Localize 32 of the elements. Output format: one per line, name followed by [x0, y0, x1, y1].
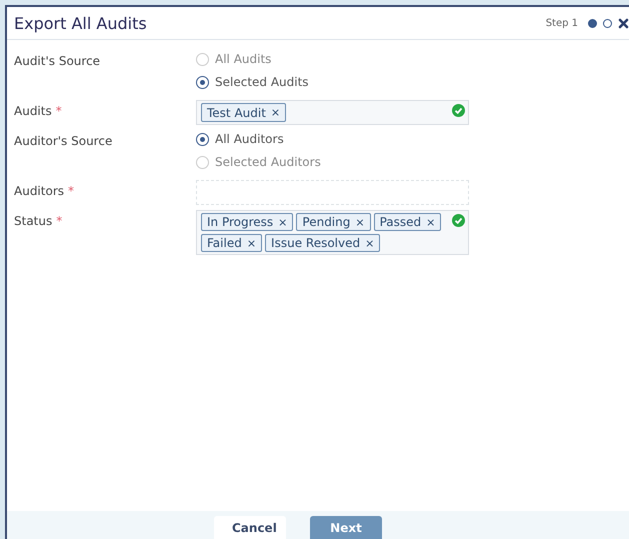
tag-label: Test Audit [207, 106, 266, 120]
radio-label[interactable]: All Auditors [215, 132, 284, 146]
field-label: Status [14, 214, 52, 228]
required-mark: * [56, 104, 62, 118]
field-label: Auditors [14, 184, 64, 198]
radio-label[interactable]: Selected Auditors [215, 155, 321, 169]
field-label: Audit's Source [14, 54, 100, 68]
radio-button[interactable] [196, 76, 209, 88]
tag-input-field[interactable]: Test Audit × [196, 100, 469, 125]
tag-label: Issue Resolved [271, 236, 360, 250]
remove-tag-button[interactable]: × [270, 106, 280, 119]
required-mark: * [56, 214, 62, 228]
remove-tag-button[interactable]: × [365, 236, 374, 250]
step-label: Step 1 [546, 18, 578, 28]
remove-tag-button[interactable]: × [355, 216, 365, 228]
radio-label[interactable]: All Audits [215, 52, 272, 66]
field-label: Auditor's Source [14, 134, 112, 148]
dialog-title: Export All Audits [14, 14, 147, 32]
remove-tag-button[interactable]: × [426, 216, 436, 228]
cancel-button[interactable]: Cancel [214, 516, 286, 539]
remove-tag-button[interactable]: × [278, 216, 288, 228]
tag-label: In Progress [207, 215, 274, 229]
required-mark: * [68, 184, 74, 198]
field-label: Audits [14, 104, 52, 118]
tag-label: Pending [302, 215, 350, 229]
close-icon[interactable] [618, 18, 629, 28]
tag-input-field[interactable]: In Progress × Pending × Passed × Failed × Issue Resolved × [196, 210, 469, 255]
tag-label: Failed [207, 236, 242, 250]
radio-button[interactable] [196, 132, 209, 146]
remove-tag-button[interactable]: × [246, 236, 256, 250]
tag-label: Passed [380, 215, 422, 229]
radio-label[interactable]: Selected Audits [215, 75, 309, 89]
